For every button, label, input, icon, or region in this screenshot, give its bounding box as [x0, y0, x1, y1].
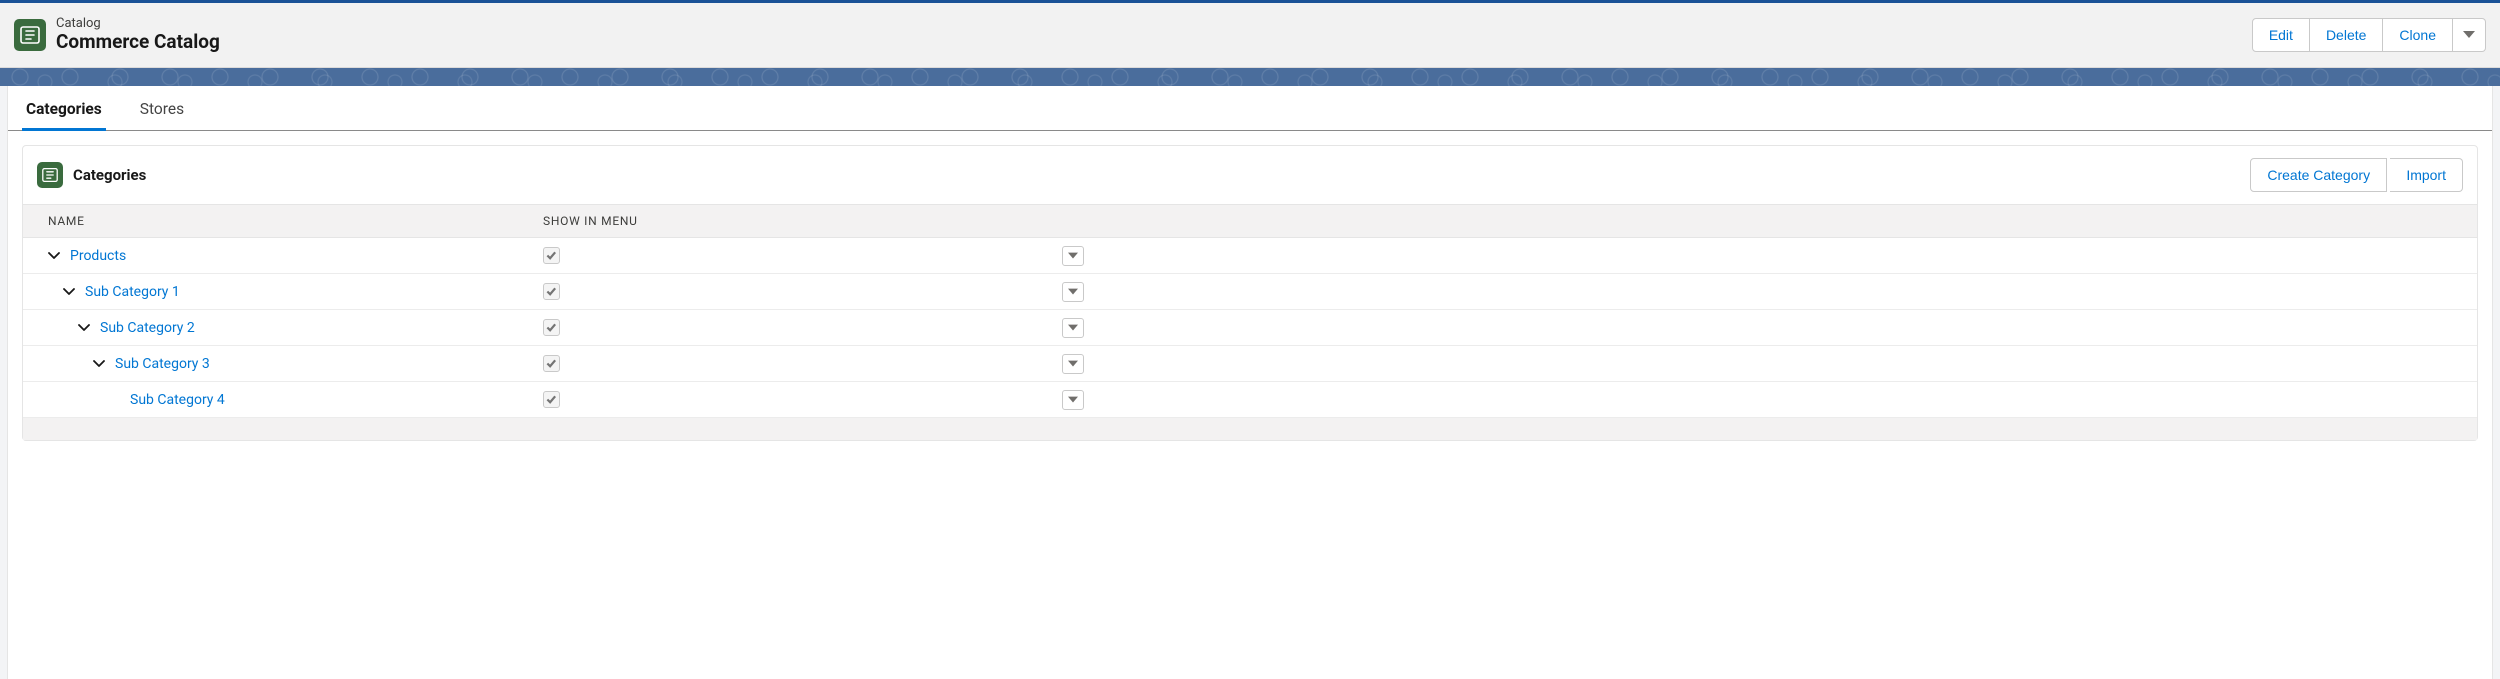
cell-name: Products: [23, 247, 543, 265]
cell-actions: [1043, 354, 1103, 374]
caret-down-icon: [1068, 359, 1078, 369]
check-icon: [546, 322, 557, 333]
tab-categories[interactable]: Categories: [22, 86, 106, 131]
cell-show-in-menu: [543, 355, 1043, 373]
column-actions: [1043, 214, 1103, 228]
caret-down-icon: [1068, 251, 1078, 261]
show-in-menu-checkbox[interactable]: [543, 247, 560, 264]
table-row: Sub Category 4: [23, 382, 2477, 418]
expand-toggle[interactable]: [90, 355, 108, 373]
chevron-down-icon: [78, 322, 90, 334]
category-link[interactable]: Sub Category 4: [130, 392, 225, 408]
decorative-strip: [0, 68, 2500, 86]
cell-show-in-menu: [543, 391, 1043, 409]
create-category-button[interactable]: Create Category: [2250, 158, 2387, 192]
category-link[interactable]: Products: [70, 248, 126, 264]
table-row: Products: [23, 238, 2477, 274]
clone-button[interactable]: Clone: [2383, 18, 2453, 52]
show-in-menu-checkbox[interactable]: [543, 391, 560, 408]
show-in-menu-checkbox[interactable]: [543, 283, 560, 300]
caret-down-icon: [1068, 395, 1078, 405]
table-row: Sub Category 3: [23, 346, 2477, 382]
row-actions-button[interactable]: [1062, 282, 1084, 302]
cell-name: Sub Category 4: [23, 391, 543, 409]
page-header: Catalog Commerce Catalog Edit Delete Clo…: [0, 0, 2500, 68]
expand-toggle[interactable]: [45, 247, 63, 265]
table-row: Sub Category 1: [23, 274, 2477, 310]
expand-toggle[interactable]: [75, 319, 93, 337]
table-body: Products Sub Category 1 Sub Category 2 Sub …: [23, 238, 2477, 418]
category-link[interactable]: Sub Category 3: [115, 356, 210, 372]
cell-actions: [1043, 318, 1103, 338]
page-title-block: Catalog Commerce Catalog: [56, 16, 2252, 54]
chevron-down-icon: [93, 358, 105, 370]
cell-show-in-menu: [543, 283, 1043, 301]
panel-actions: Create Category Import: [2250, 158, 2463, 192]
category-link[interactable]: Sub Category 1: [85, 284, 180, 300]
panel-title: Categories: [73, 166, 2250, 184]
table-row: Sub Category 2: [23, 310, 2477, 346]
caret-down-icon: [2463, 29, 2475, 41]
show-in-menu-checkbox[interactable]: [543, 355, 560, 372]
row-actions-button[interactable]: [1062, 354, 1084, 374]
delete-button[interactable]: Delete: [2310, 18, 2383, 52]
row-actions-button[interactable]: [1062, 318, 1084, 338]
check-icon: [546, 250, 557, 261]
show-in-menu-checkbox[interactable]: [543, 319, 560, 336]
category-link[interactable]: Sub Category 2: [100, 320, 195, 336]
check-icon: [546, 286, 557, 297]
edit-button[interactable]: Edit: [2252, 18, 2310, 52]
check-icon: [546, 358, 557, 369]
row-actions-button[interactable]: [1062, 390, 1084, 410]
import-button[interactable]: Import: [2390, 158, 2463, 192]
tab-stores[interactable]: Stores: [136, 86, 188, 131]
page-title: Commerce Catalog: [56, 31, 2252, 54]
chevron-down-icon: [63, 286, 75, 298]
expand-toggle[interactable]: [60, 283, 78, 301]
catalog-icon: [37, 162, 63, 188]
catalog-icon: [14, 19, 46, 51]
page-eyebrow: Catalog: [56, 16, 2252, 32]
cell-name: Sub Category 2: [23, 319, 543, 337]
caret-down-icon: [1068, 323, 1078, 333]
cell-name: Sub Category 3: [23, 355, 543, 373]
table-header: Name Show in Menu: [23, 204, 2477, 238]
cell-show-in-menu: [543, 247, 1043, 265]
tabs: Categories Stores: [8, 86, 2492, 131]
categories-panel: Categories Create Category Import Name S…: [22, 145, 2478, 441]
cell-show-in-menu: [543, 319, 1043, 337]
row-actions-button[interactable]: [1062, 246, 1084, 266]
cell-name: Sub Category 1: [23, 283, 543, 301]
caret-down-icon: [1068, 287, 1078, 297]
column-show-in-menu: Show in Menu: [543, 214, 1043, 228]
column-name: Name: [23, 214, 543, 228]
page-body: Categories Stores Categories Create Cate…: [7, 86, 2493, 679]
cell-actions: [1043, 390, 1103, 410]
cell-actions: [1043, 282, 1103, 302]
panel-header: Categories Create Category Import: [23, 146, 2477, 204]
chevron-down-icon: [48, 250, 60, 262]
check-icon: [546, 394, 557, 405]
page-actions: Edit Delete Clone: [2252, 18, 2486, 52]
more-actions-button[interactable]: [2453, 18, 2486, 52]
table-footer: [23, 418, 2477, 440]
cell-actions: [1043, 246, 1103, 266]
